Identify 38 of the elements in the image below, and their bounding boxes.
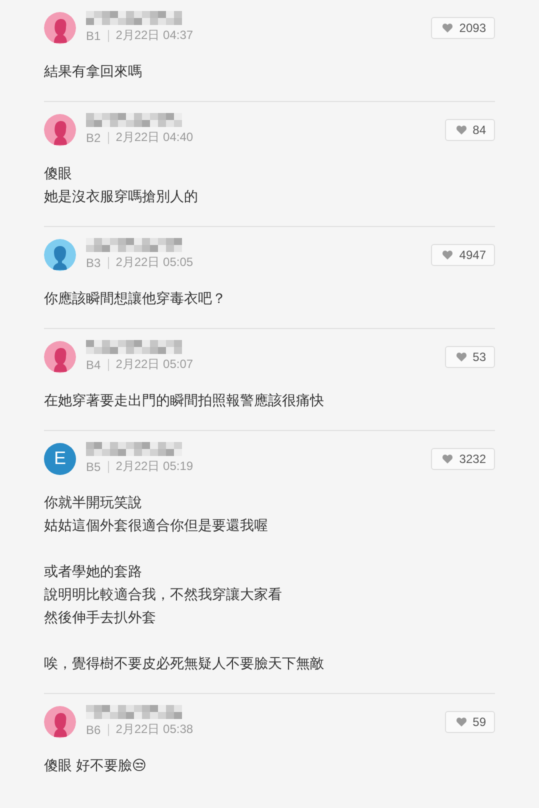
comment-text: 結果有拿回來嗎 xyxy=(44,62,143,81)
comment-time: 2月22日 05:05 xyxy=(116,254,194,271)
comment-text: 你應該瞬間想讓他穿毒衣吧？ xyxy=(44,289,227,308)
heart-icon xyxy=(456,352,467,362)
floor-number: B2 xyxy=(86,130,101,144)
like-button[interactable]: 59 xyxy=(444,710,495,732)
floor-number: B1 xyxy=(86,28,101,42)
like-button[interactable]: 4947 xyxy=(431,244,495,266)
heart-icon xyxy=(456,124,467,134)
like-button[interactable]: 3232 xyxy=(431,448,495,470)
like-button[interactable]: 53 xyxy=(444,346,495,368)
like-button[interactable]: 84 xyxy=(444,118,495,140)
male-avatar-icon xyxy=(44,238,76,270)
comment-text: 傻眼 她是沒衣服穿嗎搶別人的 xyxy=(44,164,199,206)
floor-number: B3 xyxy=(86,256,101,270)
comment-text: 你就半開玩笑說 姑姑這個外套很適合你但是要還我喔 xyxy=(44,493,269,535)
comment-time: 2月22日 04:37 xyxy=(116,27,194,44)
heart-icon xyxy=(442,22,454,32)
comment-text: 傻眼 好不要臉😒 xyxy=(44,756,148,775)
female-avatar-icon xyxy=(44,706,76,738)
comment-text: 在她穿著要走出門的瞬間拍照報警應該很痛快 xyxy=(44,391,325,410)
comment-text: 唉，覺得樹不要皮必死無疑人不要臉天下無敵 xyxy=(44,654,325,673)
comment-time: 2月22日 05:38 xyxy=(116,721,194,738)
letter-avatar: E xyxy=(44,442,76,474)
heart-icon xyxy=(442,454,454,464)
comment-time: 2月22日 05:19 xyxy=(116,458,194,475)
like-button[interactable]: 2093 xyxy=(431,16,495,38)
comment-text: 或者學她的套路 說明明比較適合我，不然我穿讓大家看 然後伸手去扒外套 xyxy=(44,562,283,627)
female-avatar-icon xyxy=(44,12,76,44)
heart-icon xyxy=(442,250,454,260)
heart-icon xyxy=(456,716,467,726)
floor-number: B6 xyxy=(86,722,101,736)
comment-time: 2月22日 04:40 xyxy=(116,129,194,146)
floor-number: B5 xyxy=(86,460,101,474)
floor-number: B4 xyxy=(86,358,101,372)
female-avatar-icon xyxy=(44,340,76,372)
female-avatar-icon xyxy=(44,114,76,146)
comment-time: 2月22日 05:07 xyxy=(116,356,194,373)
